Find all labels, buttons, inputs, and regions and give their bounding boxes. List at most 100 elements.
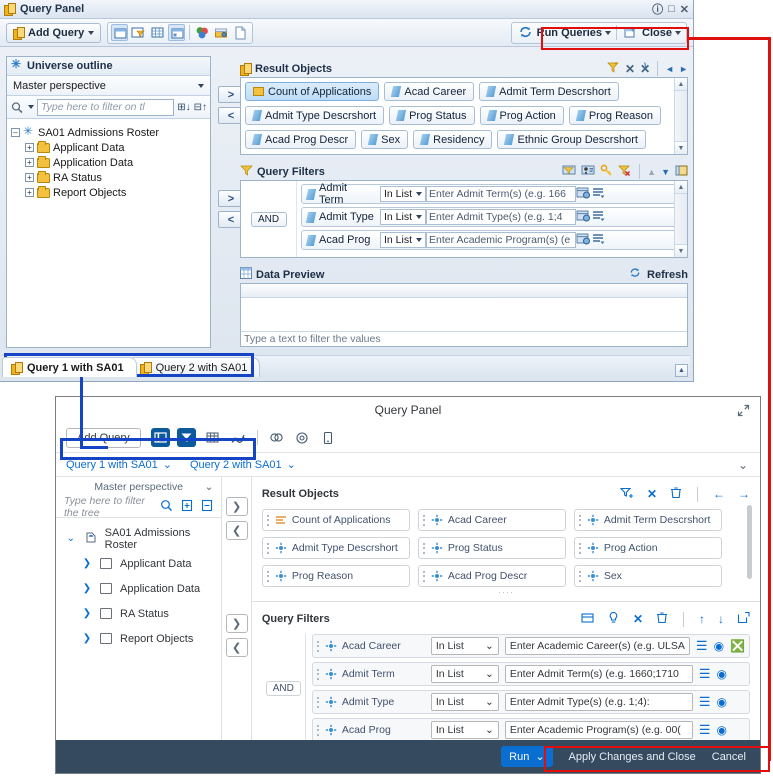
w2-filter-operator-select[interactable]: In List ⌄ bbox=[430, 665, 499, 683]
remove-filter-icon[interactable] bbox=[618, 164, 632, 180]
query-properties-icon[interactable] bbox=[213, 24, 230, 41]
scope-of-analysis-icon[interactable] bbox=[267, 428, 286, 447]
value-list-icon[interactable] bbox=[576, 186, 591, 203]
w2-result-object-chip[interactable]: Prog Status bbox=[417, 537, 566, 559]
value-list-icon[interactable]: ☰ bbox=[696, 638, 708, 654]
value-list-icon[interactable]: ☰ bbox=[699, 694, 711, 710]
panel-layout-icon[interactable] bbox=[150, 428, 170, 447]
w2-resize-grip[interactable]: ···· bbox=[262, 587, 750, 597]
expand-icon[interactable] bbox=[737, 404, 750, 420]
scroll-down-icon[interactable]: ▼ bbox=[675, 141, 687, 154]
grid-view-icon[interactable] bbox=[203, 428, 222, 447]
chevron-down-icon[interactable] bbox=[198, 83, 204, 88]
w2-tree-filter-input[interactable]: Type here to filter the tree bbox=[64, 495, 152, 519]
w2-filter-value-input[interactable]: Enter Admit Type(s) (e.g. 1;4): bbox=[504, 693, 693, 711]
w2-filter-value-input[interactable]: Enter Academic Career(s) (e.g. ULSA bbox=[504, 637, 690, 655]
query-tab-1[interactable]: Query 1 with SA01 bbox=[2, 357, 137, 377]
w2-tree-node-report-objects[interactable]: ❯ Report Objects bbox=[56, 626, 221, 651]
w2-result-object-chip[interactable]: Prog Action bbox=[573, 537, 722, 559]
filter-operator-select[interactable]: In List bbox=[380, 232, 427, 248]
chevron-down-icon[interactable]: ⌄ bbox=[205, 481, 214, 493]
drag-handle-icon[interactable] bbox=[266, 542, 270, 554]
filter-value-input[interactable]: Enter Admit Term(s) (e.g. 166 bbox=[426, 186, 577, 202]
clear-filter-icon[interactable]: ❎ bbox=[730, 639, 745, 653]
grid-view-icon[interactable] bbox=[149, 24, 166, 41]
and-operator-badge[interactable]: AND bbox=[250, 211, 287, 227]
w2-and-operator-badge[interactable]: AND bbox=[265, 680, 301, 696]
collapse-all-icon[interactable]: ⊟↑ bbox=[194, 102, 207, 113]
sql-viewer-icon[interactable] bbox=[232, 24, 249, 41]
add-query-button[interactable]: Add Query bbox=[6, 22, 102, 43]
w2-filter-object[interactable]: Acad Career bbox=[316, 640, 425, 652]
drag-handle-icon[interactable] bbox=[266, 570, 270, 582]
add-prompt-icon[interactable] bbox=[607, 611, 620, 627]
prompt-icon[interactable]: ◉ bbox=[717, 723, 727, 737]
drag-handle-icon[interactable] bbox=[316, 668, 320, 680]
help-icon[interactable]: ⓘ bbox=[652, 1, 663, 17]
scroll-up-icon[interactable]: ▲ bbox=[675, 181, 687, 194]
w2-result-object-chip[interactable]: Admit Type Descrshort bbox=[261, 537, 410, 559]
w2-filter-object[interactable]: Admit Type bbox=[316, 696, 425, 708]
result-object-chip[interactable]: Acad Career bbox=[384, 82, 475, 101]
result-object-chip[interactable]: Ethnic Group Descrshort bbox=[497, 130, 646, 149]
next-icon[interactable]: ► bbox=[679, 64, 688, 74]
add-filter-icon[interactable] bbox=[607, 61, 620, 77]
drag-handle-icon[interactable] bbox=[578, 570, 582, 582]
expand-icon[interactable] bbox=[675, 164, 688, 180]
close-label[interactable]: Close bbox=[642, 27, 672, 39]
drag-handle-icon[interactable] bbox=[266, 514, 270, 526]
w2-tree-node-ra-status[interactable]: ❯ RA Status bbox=[56, 601, 221, 626]
w2-result-object-chip[interactable]: Sex bbox=[573, 565, 722, 587]
next-icon[interactable]: → bbox=[738, 487, 750, 501]
collapse-icon[interactable]: – bbox=[11, 128, 20, 137]
add-filter-icon[interactable] bbox=[619, 486, 634, 502]
query-properties-icon[interactable] bbox=[293, 428, 312, 447]
expand-icon[interactable]: + bbox=[25, 143, 34, 152]
filter-operator-select[interactable]: In List bbox=[380, 186, 427, 202]
tree-node-applicant-data[interactable]: + Applicant Data bbox=[11, 140, 206, 155]
prompt-icon[interactable] bbox=[591, 186, 605, 203]
result-object-chip[interactable]: Sex bbox=[361, 130, 409, 149]
drag-handle-icon[interactable] bbox=[422, 514, 426, 526]
prompt-icon[interactable] bbox=[591, 232, 605, 249]
query-filters-scrollbar[interactable]: ▲ ▼ bbox=[674, 181, 687, 257]
value-list-icon[interactable] bbox=[576, 209, 591, 226]
remove-icon[interactable]: ✕ bbox=[647, 487, 657, 501]
refresh-icon[interactable] bbox=[628, 266, 642, 283]
data-preview-filter-input[interactable]: Type a text to filter the values bbox=[241, 331, 687, 346]
refresh-label[interactable]: Refresh bbox=[647, 269, 688, 281]
remove-icon[interactable]: ✕ bbox=[633, 612, 643, 626]
w2-result-object-chip[interactable]: Prog Reason bbox=[261, 565, 410, 587]
collapse-icon[interactable]: ⌄ bbox=[66, 533, 76, 544]
add-filter-icon[interactable] bbox=[562, 164, 576, 180]
drag-handle-icon[interactable] bbox=[316, 640, 320, 652]
w2-add-query-button[interactable]: Add Query bbox=[66, 427, 141, 448]
result-object-chip[interactable]: Prog Status bbox=[389, 106, 475, 125]
result-objects-scrollbar[interactable]: ▲ ▼ bbox=[674, 78, 687, 154]
chevron-down-icon[interactable]: ⌄ bbox=[163, 458, 172, 471]
split-view-icon[interactable] bbox=[168, 24, 186, 41]
prompt-icon[interactable]: ◉ bbox=[714, 639, 724, 653]
w2-add-to-filters-button[interactable]: ❯ bbox=[225, 614, 248, 633]
close-icon[interactable]: ✕ bbox=[680, 3, 689, 16]
close-chevron-icon[interactable] bbox=[675, 30, 681, 35]
delete-icon[interactable] bbox=[670, 486, 682, 502]
perspective-selector[interactable]: Master perspective bbox=[7, 76, 210, 96]
filter-view-icon[interactable] bbox=[176, 428, 196, 447]
add-filter-icon[interactable] bbox=[581, 612, 594, 627]
result-object-chip[interactable]: Admit Term Descrshort bbox=[479, 82, 619, 101]
w2-query-tab-1[interactable]: Query 1 with SA01 ⌄ bbox=[66, 458, 172, 472]
w2-result-objects-scrollbar[interactable] bbox=[747, 505, 752, 579]
expand-icon[interactable]: ❯ bbox=[82, 558, 92, 569]
w2-tree-root-node[interactable]: ⌄ SA01 Admissions Roster bbox=[56, 526, 221, 551]
filter-view-icon[interactable] bbox=[130, 24, 147, 41]
expand-icon[interactable]: + bbox=[25, 173, 34, 182]
drag-handle-icon[interactable] bbox=[316, 724, 320, 736]
prev-icon[interactable]: ← bbox=[713, 487, 725, 501]
search-icon[interactable] bbox=[160, 499, 173, 515]
w2-filter-object[interactable]: Admit Term bbox=[316, 668, 425, 680]
run-queries-chevron-icon[interactable] bbox=[605, 30, 612, 35]
expand-icon[interactable]: ❯ bbox=[82, 608, 92, 619]
expand-icon[interactable]: + bbox=[25, 188, 34, 197]
prev-icon[interactable]: ◄ bbox=[665, 64, 674, 74]
